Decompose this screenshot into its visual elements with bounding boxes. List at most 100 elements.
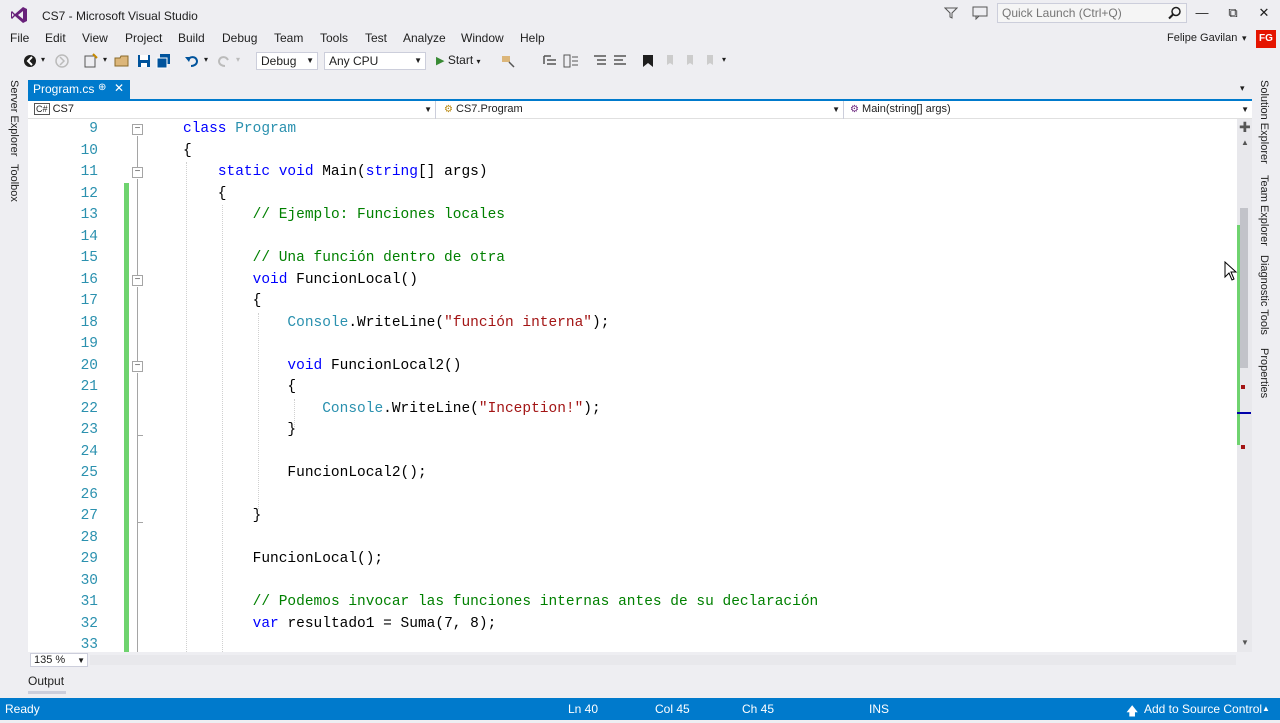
- solution-platform-select[interactable]: Any CPU ▼: [324, 52, 426, 70]
- solution-explorer-tab[interactable]: Solution Explorer: [1258, 80, 1270, 164]
- code-token: // Ejemplo: Funciones locales: [252, 207, 505, 223]
- code-line[interactable]: FuncionLocal2();: [183, 463, 426, 485]
- user-avatar[interactable]: FG: [1256, 30, 1276, 48]
- code-line[interactable]: FuncionLocal();: [183, 549, 384, 571]
- undo-icon[interactable]: [184, 53, 200, 69]
- output-tab-indicator: [28, 691, 66, 694]
- pin-tab-icon[interactable]: ⊕: [98, 82, 106, 93]
- split-window-icon[interactable]: ✚: [1239, 120, 1251, 134]
- horizontal-scrollbar[interactable]: [90, 655, 1236, 665]
- navigate-back-icon[interactable]: [22, 53, 38, 69]
- collapse-region-icon[interactable]: −: [132, 167, 143, 178]
- chevron-down-icon[interactable]: ▾: [204, 55, 208, 64]
- code-line[interactable]: {: [183, 184, 227, 206]
- status-char: Ch 45: [742, 702, 775, 716]
- code-token: );: [592, 314, 610, 331]
- menu-team[interactable]: Team: [274, 31, 303, 45]
- feedback-icon[interactable]: [972, 6, 988, 20]
- collapse-region-icon[interactable]: −: [132, 361, 143, 372]
- close-tab-icon[interactable]: ✕: [114, 81, 124, 95]
- solution-configuration-select[interactable]: Debug ▼: [256, 52, 318, 70]
- code-line[interactable]: // Podemos invocar las funciones interna…: [183, 592, 819, 614]
- code-editor[interactable]: 9 10 11 12 13 14 15 16 17 18 19 20 21 22 23 24 25 26 27 28 2…: [28, 119, 1237, 652]
- menu-file[interactable]: File: [10, 31, 29, 45]
- zoom-level-select[interactable]: 135 % ▼: [30, 653, 88, 667]
- previous-bookmark-icon[interactable]: [662, 53, 678, 69]
- next-bookmark-icon[interactable]: [682, 53, 698, 69]
- line-number: 20: [80, 357, 98, 374]
- comment-lines-icon[interactable]: [592, 53, 608, 69]
- chevron-down-icon[interactable]: ▾: [103, 55, 107, 64]
- quick-launch-box[interactable]: [997, 3, 1187, 23]
- search-icon[interactable]: [1168, 6, 1182, 20]
- document-tab-program-cs[interactable]: Program.cs ⊕ ✕: [28, 80, 130, 99]
- code-line[interactable]: }: [183, 420, 296, 442]
- open-file-icon[interactable]: [114, 53, 130, 69]
- code-token: // Una función dentro de otra: [252, 250, 505, 266]
- bookmark-icon[interactable]: [640, 53, 656, 69]
- start-debugging-button[interactable]: ▶ Start ▾: [436, 53, 481, 67]
- type-dropdown[interactable]: ⚙ CS7.Program ▼: [438, 101, 844, 119]
- format-document-icon[interactable]: [563, 53, 579, 69]
- scrollbar-thumb[interactable]: [1240, 208, 1248, 368]
- menu-debug[interactable]: Debug: [222, 31, 257, 45]
- collapse-region-icon[interactable]: −: [132, 275, 143, 286]
- minimize-button[interactable]: —: [1191, 4, 1213, 22]
- scroll-up-icon[interactable]: ▲: [1241, 138, 1249, 147]
- collapse-region-icon[interactable]: −: [132, 124, 143, 135]
- chevron-down-icon[interactable]: ▾: [236, 55, 240, 64]
- project-dropdown[interactable]: C# CS7 ▼: [28, 101, 436, 119]
- menu-build[interactable]: Build: [178, 31, 205, 45]
- chevron-down-icon[interactable]: ▾: [41, 55, 45, 64]
- code-line[interactable]: // Una función dentro de otra: [183, 248, 505, 270]
- menu-tools[interactable]: Tools: [320, 31, 348, 45]
- signed-in-user-name[interactable]: Felipe Gavilan: [1167, 32, 1237, 44]
- redo-icon[interactable]: [216, 53, 232, 69]
- properties-tab[interactable]: Properties: [1258, 348, 1270, 398]
- save-all-icon[interactable]: [156, 53, 172, 69]
- restore-button[interactable]: ⧉: [1222, 4, 1244, 22]
- outline-guide: [137, 373, 138, 522]
- code-line[interactable]: Console.WriteLine("función interna");: [183, 313, 609, 335]
- code-line[interactable]: void FuncionLocal(): [183, 270, 418, 292]
- step-into-icon[interactable]: [542, 53, 558, 69]
- navigate-forward-icon[interactable]: [54, 53, 70, 69]
- menu-window[interactable]: Window: [461, 31, 504, 45]
- browser-link-icon[interactable]: [500, 53, 516, 69]
- chevron-down-icon[interactable]: ▾: [1242, 33, 1247, 44]
- code-token: );: [583, 400, 601, 417]
- diagnostic-tools-tab[interactable]: Diagnostic Tools: [1258, 255, 1270, 335]
- notifications-filter-icon[interactable]: [944, 6, 958, 20]
- configuration-value: Debug: [261, 54, 297, 68]
- code-line[interactable]: class Program: [183, 119, 296, 141]
- toolbar-overflow-icon[interactable]: ▾: [722, 55, 726, 64]
- scroll-down-icon[interactable]: ▼: [1241, 638, 1249, 647]
- team-explorer-tab[interactable]: Team Explorer: [1258, 175, 1270, 246]
- code-line[interactable]: var resultado1 = Suma(7, 8);: [183, 614, 497, 636]
- member-dropdown[interactable]: ⚙ Main(string[] args) ▼: [846, 101, 1252, 119]
- close-window-button[interactable]: ✕: [1253, 4, 1275, 22]
- uncomment-lines-icon[interactable]: [612, 53, 628, 69]
- chevron-down-icon[interactable]: ▾: [1240, 83, 1245, 94]
- save-icon[interactable]: [136, 53, 152, 69]
- quick-launch-input[interactable]: [998, 4, 1163, 22]
- menu-test[interactable]: Test: [365, 31, 387, 45]
- menu-help[interactable]: Help: [520, 31, 545, 45]
- menu-analyze[interactable]: Analyze: [403, 31, 446, 45]
- toolbox-tab[interactable]: Toolbox: [8, 164, 20, 202]
- menu-project[interactable]: Project: [125, 31, 162, 45]
- add-to-source-control-button[interactable]: Add to Source Control: [1144, 702, 1262, 716]
- new-project-icon[interactable]: [83, 53, 99, 69]
- clear-bookmarks-icon[interactable]: [702, 53, 718, 69]
- code-line[interactable]: {: [183, 141, 192, 163]
- code-line[interactable]: Console.WriteLine("Inception!");: [183, 399, 601, 421]
- menu-edit[interactable]: Edit: [45, 31, 66, 45]
- output-window-tab[interactable]: Output: [28, 674, 64, 688]
- chevron-up-icon[interactable]: ▲: [1262, 704, 1270, 713]
- menu-view[interactable]: View: [82, 31, 108, 45]
- server-explorer-tab[interactable]: Server Explorer: [8, 80, 20, 156]
- code-line[interactable]: void FuncionLocal2(): [183, 356, 461, 378]
- code-line[interactable]: {: [183, 377, 296, 399]
- code-line[interactable]: static void Main(string[] args): [183, 162, 488, 184]
- code-line[interactable]: // Ejemplo: Funciones locales: [183, 205, 505, 227]
